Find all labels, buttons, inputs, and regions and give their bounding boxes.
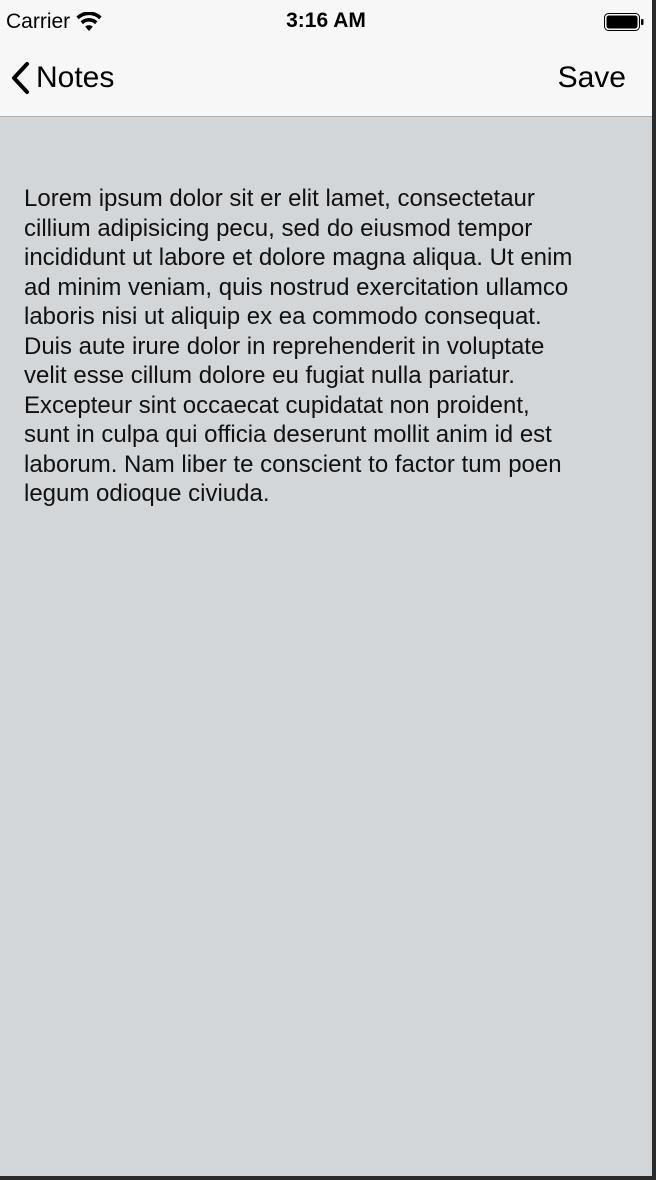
- note-text[interactable]: Lorem ipsum dolor sit er elit lamet, con…: [24, 184, 624, 509]
- back-button[interactable]: Notes: [8, 58, 114, 98]
- battery-icon: [604, 13, 644, 31]
- navigation-bar: Notes Save: [0, 40, 652, 117]
- note-screen: Carrier 3:16 AM Notes Save Lorem ipsum d…: [0, 0, 652, 1176]
- chevron-left-icon: [8, 60, 32, 96]
- back-button-label: Notes: [36, 61, 115, 94]
- status-bar: Carrier 3:16 AM: [0, 0, 652, 40]
- status-time: 3:16 AM: [286, 9, 366, 32]
- save-button[interactable]: Save: [558, 60, 626, 96]
